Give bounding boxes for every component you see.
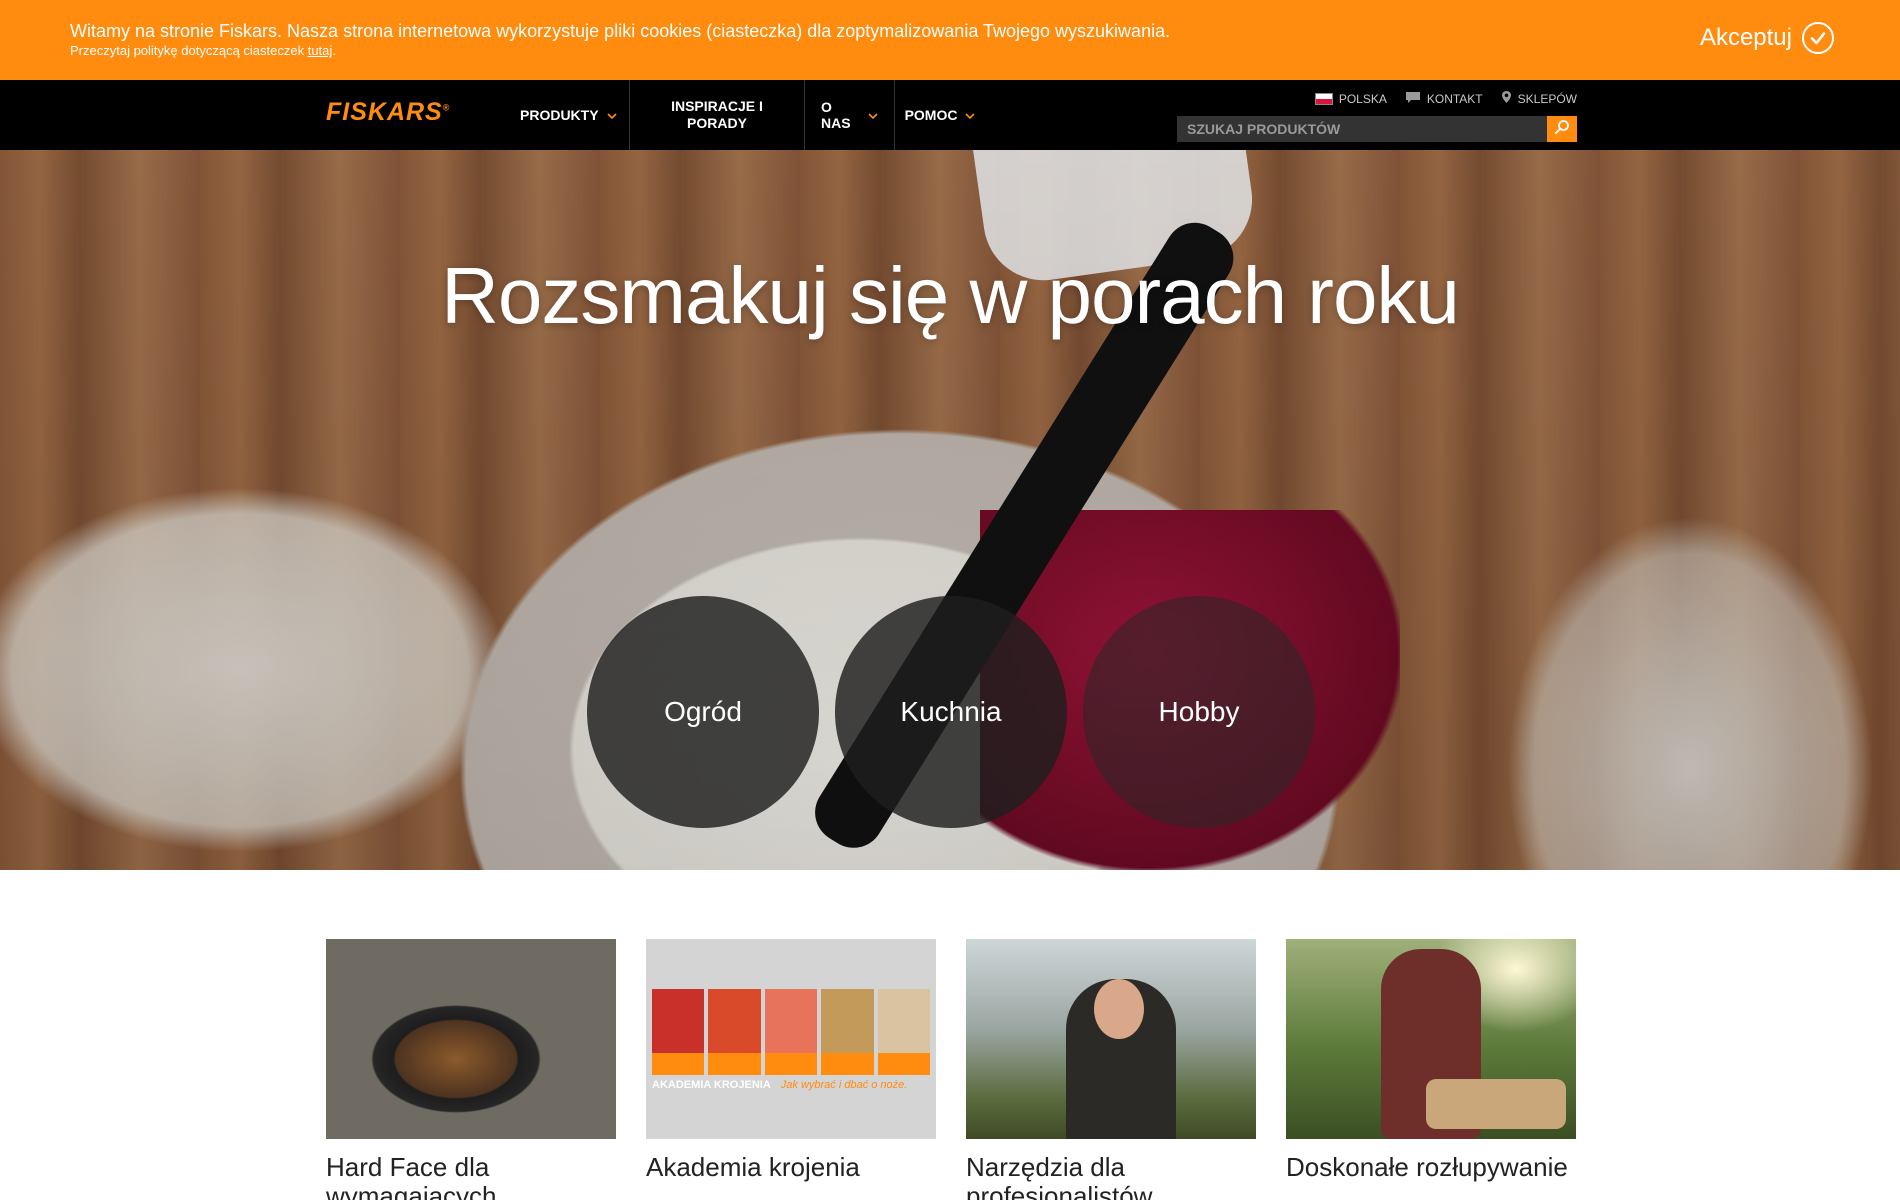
menu-item-produkty[interactable]: PRODUKTY (505, 80, 630, 150)
poland-flag-icon (1314, 92, 1333, 105)
check-icon (1802, 22, 1834, 54)
article-title: Hard Face dla wymagających miłośników (326, 1152, 497, 1200)
article-image (1286, 939, 1576, 1139)
cookie-policy-text: Przeczytaj politykę dotyczącą ciasteczek… (70, 43, 336, 58)
stores-link[interactable]: SKLEPÓW (1501, 90, 1577, 107)
category-hobby-button[interactable]: Hobby (1083, 596, 1315, 828)
category-ogrod-button[interactable]: Ogród (587, 596, 819, 828)
article-image (966, 939, 1256, 1139)
search-icon (1554, 119, 1570, 140)
cookie-message: Witamy na stronie Fiskars. Nasza strona … (70, 21, 1171, 41)
article-title: Narzędzia dla profesjonalistów (966, 1152, 1153, 1200)
fiskars-logo[interactable]: FISKARS® (326, 98, 450, 127)
accept-cookies-button[interactable]: Akceptuj (1700, 22, 1834, 54)
article-card[interactable]: Doskonałe rozłupywanie (1286, 939, 1576, 1200)
main-menu: PRODUKTY INSPIRACJE I PORADY O NAS POMOC (505, 80, 985, 150)
menu-item-pomoc[interactable]: POMOC (895, 80, 985, 150)
country-selector[interactable]: POLSKA (1314, 90, 1387, 107)
article-title: Akademia krojenia (646, 1152, 860, 1182)
chevron-down-icon (868, 107, 878, 123)
main-navigation: FISKARS® PRODUKTY INSPIRACJE I PORADY O … (0, 80, 1900, 150)
menu-item-o-nas[interactable]: O NAS (805, 80, 895, 150)
search-button[interactable] (1547, 116, 1577, 142)
image-caption: AKADEMIA KROJENIA Jak wybrać i dbać o noż… (652, 1079, 908, 1091)
article-card[interactable]: Hard Face dla wymagających miłośników (326, 939, 616, 1200)
article-title: Doskonałe rozłupywanie (1286, 1152, 1568, 1182)
cookie-policy-link[interactable]: tutaj (308, 43, 333, 58)
hero-title: Rozsmakuj się w porach roku (441, 251, 1460, 340)
chevron-down-icon (965, 107, 976, 123)
search-bar (1177, 116, 1577, 142)
menu-item-inspiracje[interactable]: INSPIRACJE I PORADY (630, 80, 805, 150)
article-cards: Hard Face dla wymagających miłośników AK… (326, 939, 1578, 1200)
article-card[interactable]: AKADEMIA KROJENIA Jak wybrać i dbać o noż… (646, 939, 936, 1200)
cookie-policy-label: Przeczytaj politykę dotyczącą ciasteczek (70, 43, 308, 58)
contact-link[interactable]: KONTAKT (1405, 90, 1483, 107)
chat-bubble-icon (1405, 91, 1421, 107)
utility-links: POLSKA KONTAKT SKLEPÓW (1314, 90, 1577, 107)
article-image (326, 939, 616, 1139)
category-kuchnia-button[interactable]: Kuchnia (835, 596, 1067, 828)
cookie-banner: Witamy na stronie Fiskars. Nasza strona … (0, 0, 1900, 80)
location-pin-icon (1501, 90, 1512, 107)
article-image: AKADEMIA KROJENIA Jak wybrać i dbać o noż… (646, 939, 936, 1139)
accept-label: Akceptuj (1699, 24, 1792, 51)
article-card[interactable]: Narzędzia dla profesjonalistów (966, 939, 1256, 1200)
search-input[interactable] (1177, 116, 1547, 142)
chevron-down-icon (606, 107, 617, 123)
